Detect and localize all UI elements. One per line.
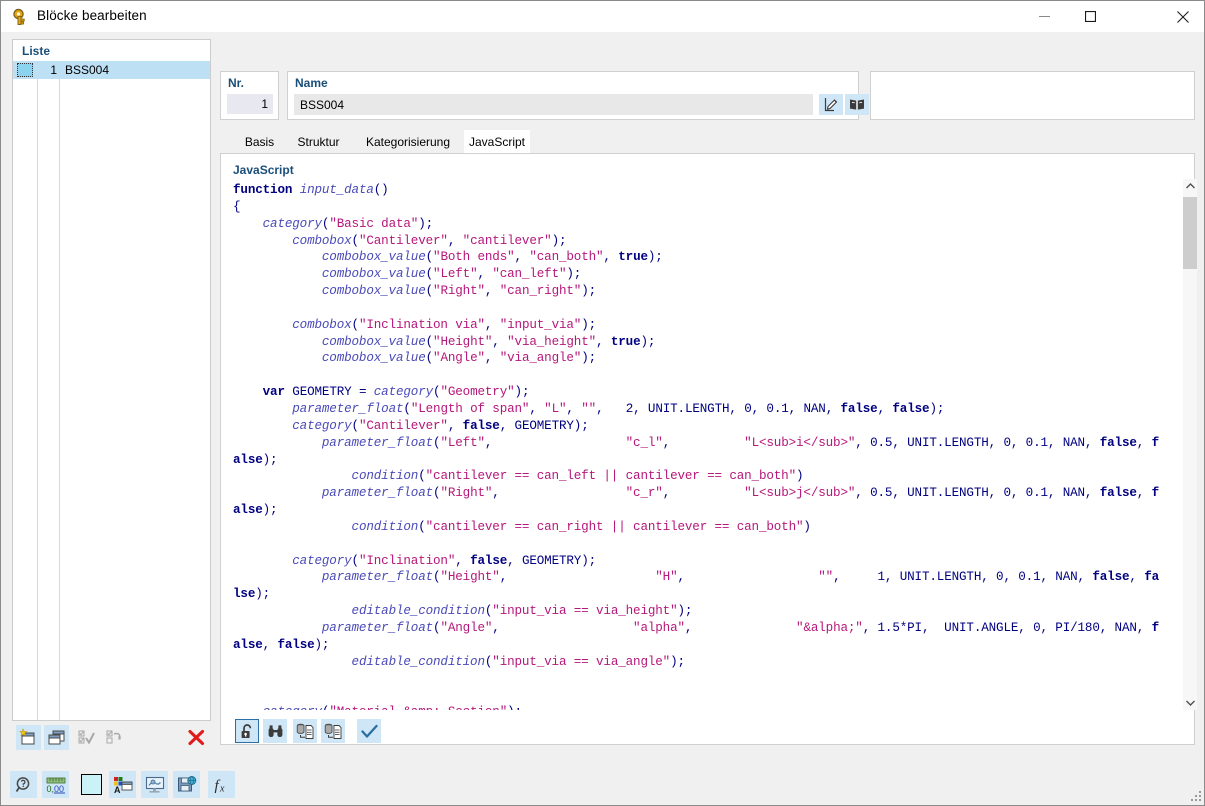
code-text: function input_data() { category("Basic … bbox=[233, 183, 1160, 710]
close-icon[interactable] bbox=[1160, 1, 1204, 32]
fx-formula-icon[interactable]: f x bbox=[208, 771, 235, 798]
invert-selection-button bbox=[102, 725, 127, 750]
floppy-globe-icon[interactable] bbox=[173, 771, 200, 798]
open-padlock-icon[interactable] bbox=[235, 719, 259, 743]
row-name: BSS004 bbox=[65, 63, 110, 77]
scrollbar-thumb[interactable] bbox=[1183, 197, 1197, 269]
tab-bar: Basis Struktur Kategorisierung JavaScrip… bbox=[220, 130, 1195, 153]
list-toolbar bbox=[12, 725, 211, 753]
resize-grip[interactable] bbox=[1191, 791, 1203, 803]
name-field-label: Name bbox=[295, 76, 328, 90]
table-row[interactable]: 1 BSS004 bbox=[13, 61, 210, 79]
magnifier-question-icon[interactable] bbox=[10, 771, 37, 798]
binoculars-icon[interactable] bbox=[263, 719, 287, 743]
tab-javascript[interactable]: JavaScript bbox=[464, 130, 530, 153]
scroll-up-icon[interactable] bbox=[1183, 179, 1197, 193]
minimize-button[interactable] bbox=[1021, 1, 1067, 32]
name-field-group: Name bbox=[287, 71, 869, 120]
javascript-panel: JavaScript function input_data() { categ… bbox=[220, 153, 1197, 745]
ruler-numbers-icon[interactable]: 0, 00 bbox=[42, 771, 69, 798]
list-column-separator bbox=[37, 61, 38, 720]
tab-struktur[interactable]: Struktur bbox=[285, 130, 352, 153]
row-checkbox[interactable] bbox=[17, 63, 33, 77]
copy-block-button[interactable] bbox=[44, 725, 69, 750]
pencil-edit-icon[interactable] bbox=[819, 94, 843, 115]
preview-panel bbox=[870, 71, 1195, 120]
code-editor[interactable]: function input_data() { category("Basic … bbox=[228, 179, 1176, 710]
delete-block-button[interactable] bbox=[184, 725, 209, 750]
scroll-down-icon[interactable] bbox=[1183, 696, 1197, 710]
name-input[interactable] bbox=[294, 94, 813, 115]
row-number: 1 bbox=[50, 63, 57, 77]
color-swatch-icon[interactable] bbox=[78, 771, 105, 798]
list-header: Liste bbox=[13, 40, 210, 61]
tab-basis[interactable]: Basis bbox=[234, 130, 285, 153]
edit-blocks-dialog: Blöcke bearbeiten Liste 1 BSS004 Nr. 1 N… bbox=[0, 0, 1205, 806]
tab-kategorisierung[interactable]: Kategorisierung bbox=[352, 130, 464, 153]
code-toolbar bbox=[229, 719, 729, 743]
number-input[interactable] bbox=[227, 94, 273, 114]
bottom-bar: 0, 00 A f x bbox=[1, 765, 1204, 805]
layout-palette-icon[interactable]: A bbox=[109, 771, 136, 798]
new-block-button[interactable] bbox=[16, 725, 41, 750]
title-bar: Blöcke bearbeiten bbox=[1, 1, 1204, 32]
export-document-icon[interactable] bbox=[321, 719, 345, 743]
import-document-icon[interactable] bbox=[293, 719, 317, 743]
maximize-button[interactable] bbox=[1067, 1, 1113, 32]
svg-text:A: A bbox=[114, 785, 121, 794]
list-column-separator bbox=[59, 61, 60, 720]
lock-key-icon bbox=[12, 8, 30, 26]
book-icon[interactable] bbox=[845, 94, 869, 115]
checkmark-icon[interactable] bbox=[357, 719, 381, 743]
dialog-body: Liste 1 BSS004 Nr. 1 Name BSS004 Basis S… bbox=[1, 32, 1204, 765]
render-screen-icon[interactable] bbox=[141, 771, 168, 798]
window-title: Blöcke bearbeiten bbox=[37, 8, 147, 23]
select-all-button bbox=[74, 725, 99, 750]
block-list-panel: Liste 1 BSS004 bbox=[12, 39, 211, 721]
svg-text:x: x bbox=[219, 783, 225, 794]
number-field-group: Nr. bbox=[220, 71, 279, 120]
number-field-label: Nr. bbox=[228, 76, 245, 90]
code-scrollbar[interactable] bbox=[1183, 179, 1197, 710]
svg-text:0,: 0, bbox=[46, 784, 54, 794]
javascript-group-label: JavaScript bbox=[233, 163, 294, 177]
